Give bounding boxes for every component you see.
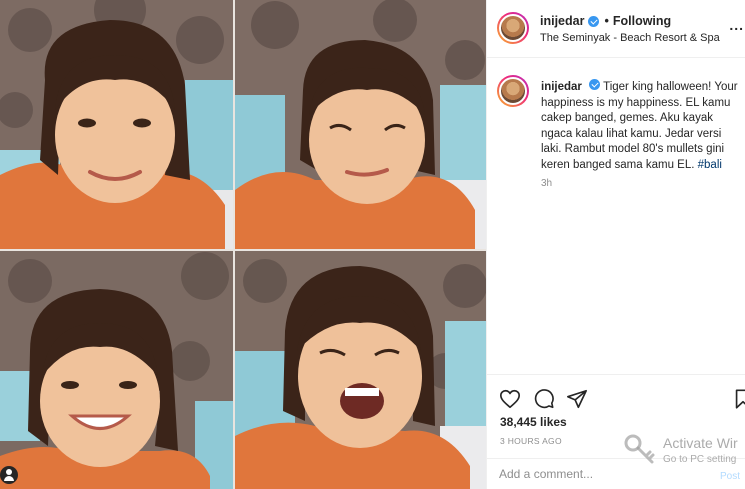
hashtag-link[interactable]: #bali (698, 159, 722, 171)
comment-bar: Post (487, 458, 745, 489)
more-options-icon[interactable]: ... (729, 17, 744, 33)
caption-text-block: inijedar Tiger king halloween! Your happ… (541, 79, 741, 174)
location-link[interactable]: The Seminyak - Beach Resort & Spa (540, 32, 720, 44)
heart-icon[interactable] (499, 388, 521, 410)
post-actions-bar (487, 374, 745, 420)
caption-time: 3h (541, 178, 553, 189)
caption-text: Tiger king halloween! Your happiness is … (541, 81, 738, 171)
author-avatar[interactable] (497, 12, 529, 44)
post-comment-button[interactable]: Post (720, 471, 740, 482)
post-side-panel: inijedar • Following The Seminyak - Beac… (486, 0, 745, 489)
caption-verified-badge-icon (589, 79, 601, 90)
verified-badge-icon (588, 15, 600, 27)
caption-author-avatar[interactable] (497, 75, 529, 107)
comment-input[interactable] (499, 467, 699, 481)
collage-photo-squinting (235, 0, 486, 249)
bookmark-icon[interactable] (732, 388, 745, 410)
author-username[interactable]: inijedar (540, 14, 584, 28)
likes-count[interactable]: 38,445 likes (500, 415, 567, 429)
post-image-collage[interactable] (0, 0, 486, 489)
collage-photo-grinning (0, 251, 233, 489)
post-header: inijedar • Following The Seminyak - Beac… (487, 0, 745, 58)
caption-username[interactable]: inijedar (541, 81, 582, 93)
follow-separator: • (604, 14, 609, 28)
paper-plane-icon[interactable] (566, 388, 588, 410)
post-timestamp: 3 HOURS AGO (500, 436, 562, 446)
tagged-user-icon[interactable] (0, 466, 18, 484)
following-button[interactable]: Following (613, 14, 671, 28)
comment-bubble-icon[interactable] (533, 388, 555, 410)
collage-photo-smiling (0, 0, 233, 249)
collage-photo-laughing (235, 251, 486, 489)
